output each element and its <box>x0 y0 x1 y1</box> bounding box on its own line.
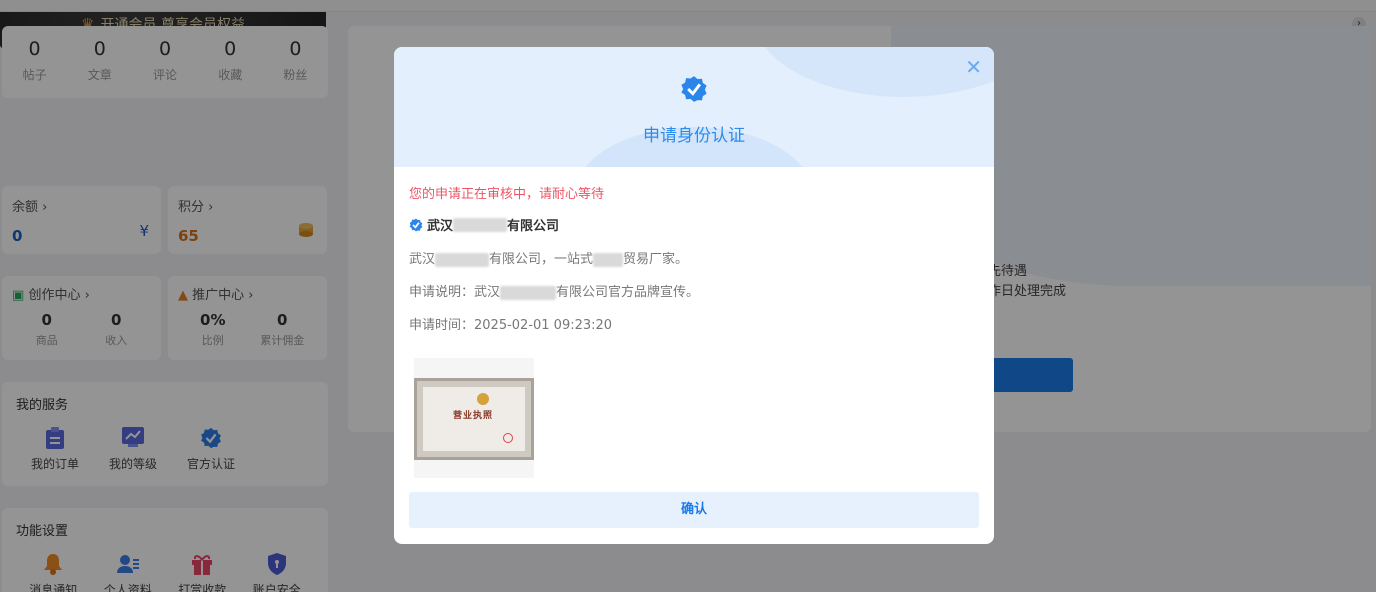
redacted-text <box>435 252 490 267</box>
redacted-text <box>500 285 557 300</box>
license-heading: 营业执照 <box>453 411 494 421</box>
dialog-title: 申请身份认证 <box>643 126 745 146</box>
note-part: 申请说明：武汉 <box>409 285 501 300</box>
license-inner: 营业执照 <box>423 387 525 451</box>
business-license-image[interactable]: 营业执照 <box>414 358 534 478</box>
company-description: 武汉 有限公司，一站式 贸易厂家。 <box>409 248 979 267</box>
redacted-text <box>453 217 508 232</box>
company-name-suffix: 有限公司 <box>507 219 560 234</box>
application-time: 申请时间：2025-02-01 09:23:20 <box>409 318 613 333</box>
desc-part: 武汉 <box>409 252 436 267</box>
redacted-text <box>593 252 624 267</box>
identity-verification-dialog: ✕ 申请身份认证 您的申请正在审核中，请耐心等待 武汉 有限公司 武汉 有限公司，… <box>394 47 994 544</box>
verified-small-icon <box>409 218 423 231</box>
company-name-prefix: 武汉 <box>427 219 454 234</box>
close-icon[interactable]: ✕ <box>965 55 982 79</box>
application-note: 申请说明：武汉 有限公司官方品牌宣传。 <box>409 281 979 300</box>
confirm-button[interactable]: 确认 <box>409 492 979 528</box>
pending-status-text: 您的申请正在审核中，请耐心等待 <box>409 187 605 202</box>
desc-part: 贸易厂家。 <box>623 252 689 267</box>
stamp-icon <box>503 433 513 443</box>
header-decoration <box>754 47 994 97</box>
dialog-header: ✕ 申请身份认证 <box>394 47 994 167</box>
company-name: 武汉 有限公司 <box>409 215 979 234</box>
note-part: 有限公司官方品牌宣传。 <box>556 285 700 300</box>
verified-badge-icon <box>680 75 708 103</box>
dialog-body: 您的申请正在审核中，请耐心等待 武汉 有限公司 武汉 有限公司，一站式 贸易厂家。 … <box>394 167 994 478</box>
license-document: 营业执照 <box>414 378 534 460</box>
emblem-icon <box>477 393 489 405</box>
desc-part: 有限公司，一站式 <box>489 252 594 267</box>
